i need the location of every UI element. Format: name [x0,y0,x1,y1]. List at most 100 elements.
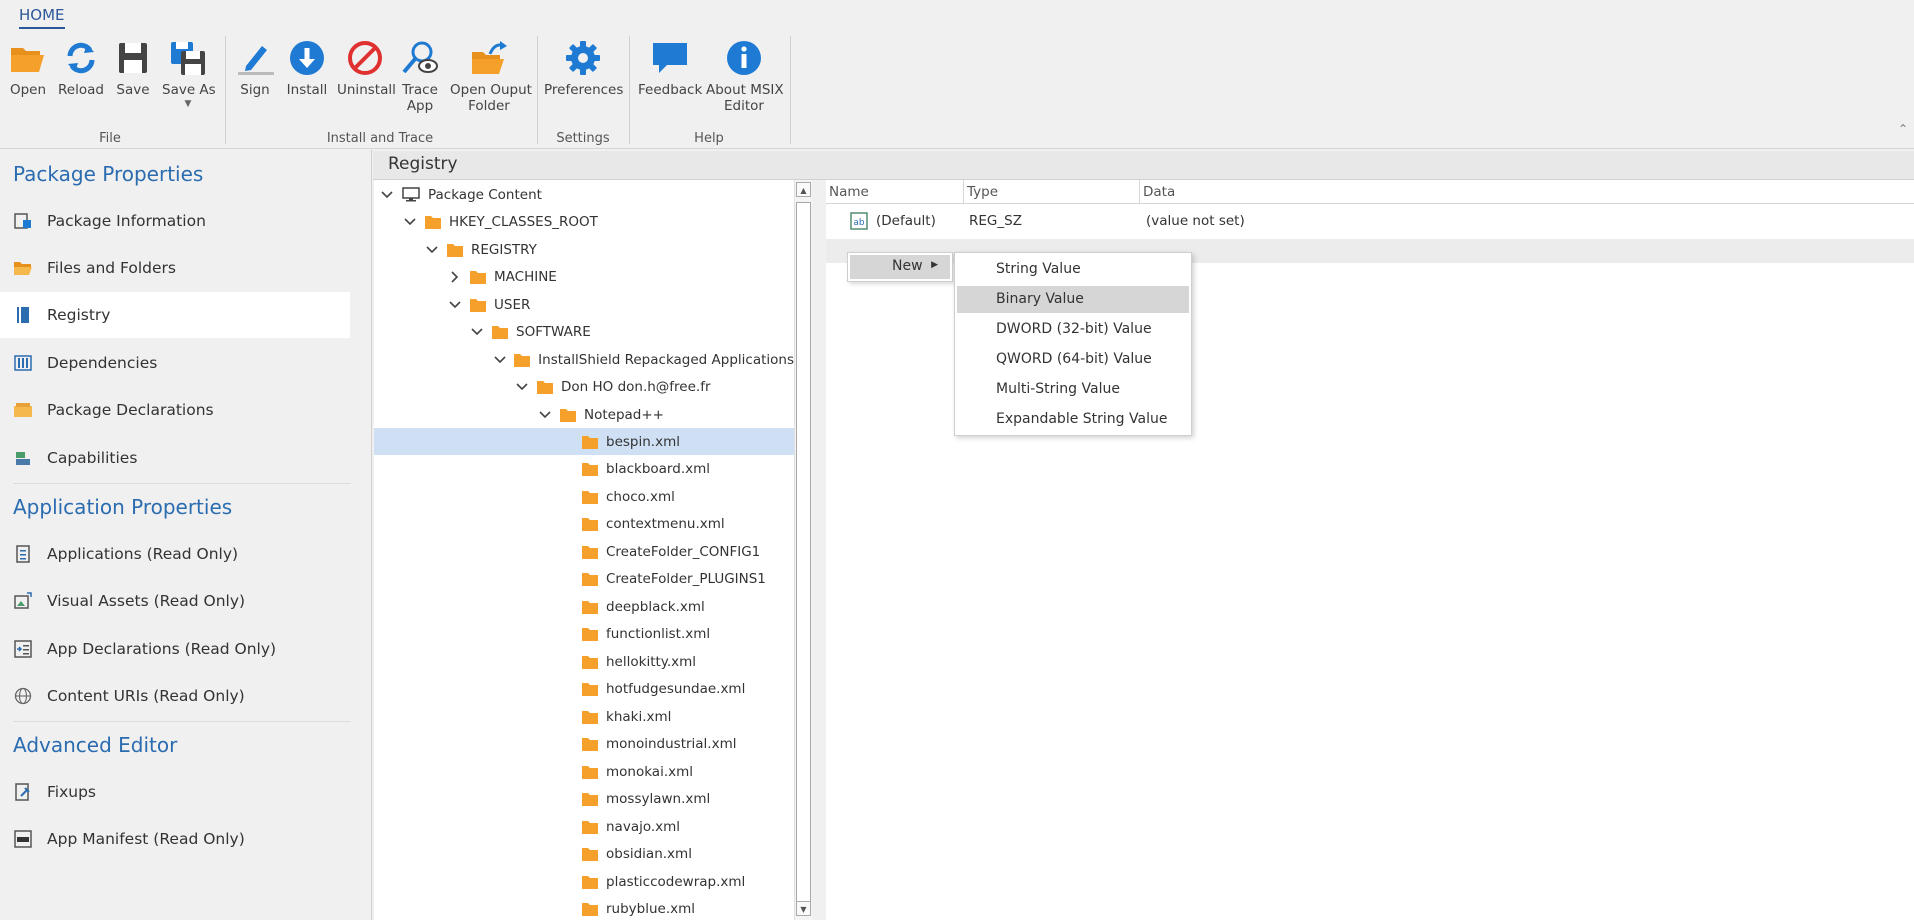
chevron-down-icon[interactable] [493,353,506,367]
tree-node-file[interactable]: monoindustrial.xml [374,731,794,758]
tree-node-file[interactable]: bespin.xml [374,428,794,455]
tree-node-file[interactable]: hellokitty.xml [374,648,794,675]
tab-home[interactable]: HOME [19,6,65,29]
uninstall-button[interactable]: Uninstall [337,40,396,130]
chevron-down-icon[interactable] [403,215,417,229]
tree-node-don-ho[interactable]: Don HO don.h@free.fr [374,373,794,400]
scrollbar-thumb[interactable] [796,202,811,915]
submenu-item-qword-64-bit-value[interactable]: QWORD (64-bit) Value [957,346,1189,373]
chevron-down-icon[interactable] [515,380,529,394]
column-header-name[interactable]: Name [826,180,964,204]
save-as-button[interactable]: Save As ▼ [162,40,216,130]
folder-icon [582,792,598,806]
tree-node-label: HKEY_CLASSES_ROOT [449,213,598,230]
chevron-down-icon[interactable] [380,188,394,202]
save-button[interactable]: Save [114,40,152,130]
trace-app-button[interactable]: Trace App [400,40,440,130]
tree-node-file[interactable]: rubyblue.xml [374,896,794,920]
open-output-folder-icon [472,41,507,74]
tree-node-notepad[interactable]: Notepad++ [374,401,794,428]
tree-node-file[interactable]: navajo.xml [374,813,794,840]
tree-node-label: USER [494,296,531,313]
tree-node-registry[interactable]: REGISTRY [374,236,794,263]
nav-item-package-declarations[interactable]: Package Declarations [0,387,350,433]
scroll-down-arrow-icon[interactable]: ▼ [796,901,811,916]
submenu-item-binary-value[interactable]: Binary Value [957,286,1189,313]
reload-button[interactable]: Reload [57,40,105,130]
tree-node-file[interactable]: plasticcodewrap.xml [374,868,794,895]
submenu-item-string-value[interactable]: String Value [957,256,1189,283]
folder-icon [447,243,463,257]
folder-icon [582,710,598,724]
nav-divider [13,721,351,722]
preferences-button[interactable]: Preferences [544,40,623,130]
group-separator [225,36,226,144]
tree-node-hkey-classes-root[interactable]: HKEY_CLASSES_ROOT [374,208,794,235]
column-header-data[interactable]: Data [1140,180,1914,204]
tree-node-file[interactable]: khaki.xml [374,703,794,730]
scroll-up-arrow-icon[interactable]: ▲ [796,182,811,197]
about-label-line2: Editor [724,98,764,114]
nav-item-files-and-folders[interactable]: Files and Folders [0,245,350,291]
folder-icon [514,353,531,367]
tree-node-file[interactable]: mossylawn.xml [374,786,794,813]
nav-item-package-information[interactable]: Package Information [0,198,350,244]
column-header-type[interactable]: Type [964,180,1140,204]
submenu-item-expandable-string-value[interactable]: Expandable String Value [957,406,1189,433]
folder-icon [582,435,598,449]
tree-node-label: SOFTWARE [516,323,591,340]
chevron-down-icon[interactable] [470,325,484,339]
tree-scrollbar[interactable]: ▲ ▼ [794,180,812,920]
chevron-down-icon[interactable] [538,408,552,422]
tree-node-file[interactable]: monokai.xml [374,758,794,785]
about-msix-editor-button[interactable]: About MSIX Editor [706,40,784,130]
save-as-dropdown-icon[interactable]: ▼ [162,96,214,112]
tree-node-file[interactable]: hotfudgesundae.xml [374,676,794,703]
chevron-down-icon[interactable] [425,243,439,257]
submenu-item-multi-string-value[interactable]: Multi-String Value [957,376,1189,403]
nav-item-fixups[interactable]: Fixups [0,769,350,815]
feedback-button[interactable]: Feedback [638,40,702,130]
collapse-ribbon-chevron-icon[interactable]: ⌃ [1898,122,1908,136]
tree-node-file[interactable]: CreateFolder_PLUGINS1 [374,566,794,593]
folder-icon [582,572,598,586]
tree-node-file[interactable]: obsidian.xml [374,841,794,868]
table-row[interactable]: ab (Default) REG_SZ (value not set) [826,208,1914,234]
tree-node-software[interactable]: SOFTWARE [374,318,794,345]
chevron-down-icon[interactable] [448,298,462,312]
tree-node-machine[interactable]: MACHINE [374,263,794,290]
nav-label: App Manifest (Read Only) [47,830,245,848]
panel-splitter[interactable] [812,180,826,920]
chevron-right-icon[interactable] [448,270,462,284]
nav-item-app-declarations[interactable]: App Declarations (Read Only) [0,626,350,672]
tree-node-label: khaki.xml [606,708,672,725]
tree-node-package-content[interactable]: Package Content [374,181,794,208]
open-button[interactable]: Open [8,40,48,130]
package-info-icon [13,211,33,231]
nav-item-app-manifest[interactable]: App Manifest (Read Only) [0,816,350,862]
tree-node-file[interactable]: deepblack.xml [374,593,794,620]
context-menu-item-new[interactable]: New ▶ [850,255,950,279]
nav-item-applications[interactable]: Applications (Read Only) [0,531,350,577]
tree-node-file[interactable]: CreateFolder_CONFIG1 [374,538,794,565]
folder-icon [492,325,508,339]
feedback-speech-bubble-icon [653,43,687,73]
nav-item-visual-assets[interactable]: Visual Assets (Read Only) [0,578,350,624]
open-output-folder-button[interactable]: Open Ouput Folder [450,40,532,130]
tree-node-file[interactable]: choco.xml [374,483,794,510]
tree-node-file[interactable]: contextmenu.xml [374,511,794,538]
sign-button[interactable]: Sign [236,40,274,130]
submenu-item-dword-32-bit-value[interactable]: DWORD (32-bit) Value [957,316,1189,343]
tree-node-file[interactable]: functionlist.xml [374,621,794,648]
install-button[interactable]: Install [285,40,329,130]
nav-item-content-uris[interactable]: Content URIs (Read Only) [0,673,350,719]
nav-item-registry[interactable]: Registry [0,292,350,338]
nav-item-capabilities[interactable]: Capabilities [0,435,350,481]
tree-node-installshield[interactable]: InstallShield Repackaged Applications [374,346,794,373]
tree-node-file[interactable]: blackboard.xml [374,456,794,483]
application-list-icon [13,544,33,564]
tree-node-label: blackboard.xml [606,461,710,477]
tree-node-user[interactable]: USER [374,291,794,318]
nav-item-dependencies[interactable]: Dependencies [0,340,350,386]
tree-node-label: contextmenu.xml [606,516,725,532]
